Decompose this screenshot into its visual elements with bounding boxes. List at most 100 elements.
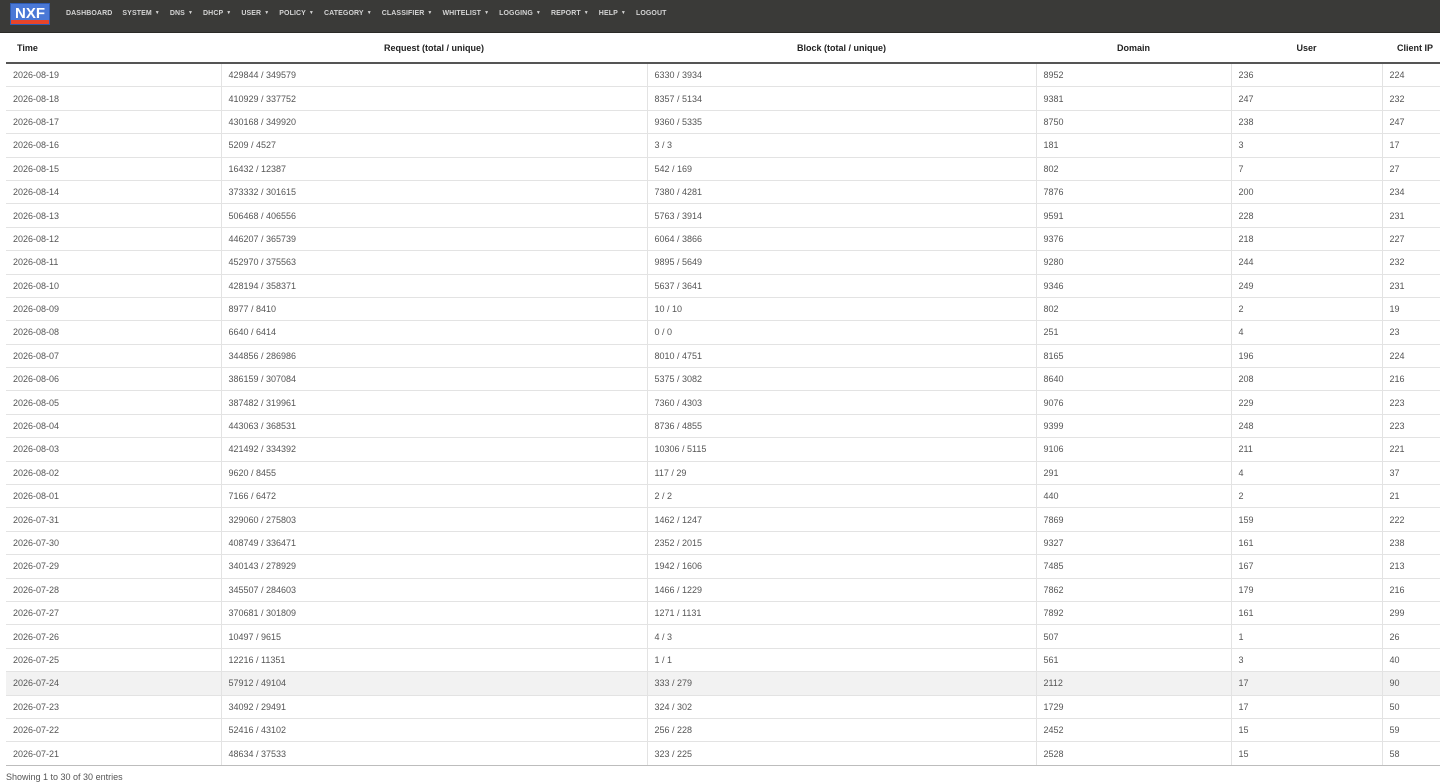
table-row[interactable]: 2026-08-16 5209 / 4527 3 / 3 181 3 17 bbox=[6, 133, 1440, 158]
cell-user: 249 bbox=[1230, 273, 1382, 298]
cell-time: 2026-08-04 bbox=[6, 413, 221, 438]
nav-item-logging[interactable]: LOGGING ▼ bbox=[499, 10, 541, 17]
brand-logo[interactable]: NXF bbox=[10, 3, 50, 25]
table-row[interactable]: 2026-08-18 410929 / 337752 8357 / 5134 9381… bbox=[6, 86, 1440, 111]
nav-item-user[interactable]: USER ▼ bbox=[241, 10, 269, 17]
table-row[interactable]: 2026-07-25 12216 / 11351 1 / 1 561 3 40 bbox=[6, 647, 1440, 672]
cell-domain: 251 bbox=[1035, 320, 1231, 345]
cell-client-ip: 222 bbox=[1381, 507, 1440, 532]
nav-item-classifier[interactable]: CLASSIFIER ▼ bbox=[382, 10, 433, 17]
nav-item-whitelist[interactable]: WHITELIST ▼ bbox=[442, 10, 489, 17]
cell-time: 2026-07-28 bbox=[6, 577, 221, 602]
nav-item-dashboard[interactable]: DASHBOARD bbox=[66, 10, 112, 17]
nav-item-report[interactable]: REPORT ▼ bbox=[551, 10, 589, 17]
table-row[interactable]: 2026-07-22 52416 / 43102 256 / 228 2452 15 59 bbox=[6, 717, 1440, 742]
brand-logo-stripe bbox=[11, 20, 49, 24]
cell-domain: 9076 bbox=[1035, 390, 1231, 415]
cell-block: 1942 / 1606 bbox=[646, 554, 1036, 579]
brand-logo-text: NXF bbox=[15, 5, 45, 22]
cell-user: 3 bbox=[1230, 647, 1382, 672]
cell-request: 12216 / 11351 bbox=[220, 647, 647, 672]
nav-item-logout[interactable]: LOGOUT bbox=[636, 10, 667, 17]
cell-domain: 8165 bbox=[1035, 343, 1231, 368]
column-header-user[interactable]: User bbox=[1231, 34, 1382, 64]
cell-request: 52416 / 43102 bbox=[220, 717, 647, 742]
cell-request: 34092 / 29491 bbox=[220, 694, 647, 719]
nav-item-policy[interactable]: POLICY ▼ bbox=[279, 10, 314, 17]
table-row[interactable]: 2026-08-14 373332 / 301615 7380 / 4281 7876… bbox=[6, 179, 1440, 204]
table-row[interactable]: 2026-07-23 34092 / 29491 324 / 302 1729 17 50 bbox=[6, 694, 1440, 719]
column-header-client-ip[interactable]: Client IP bbox=[1382, 34, 1440, 64]
cell-block: 542 / 169 bbox=[646, 156, 1036, 181]
caret-down-icon: ▼ bbox=[264, 9, 270, 16]
cell-block: 6064 / 3866 bbox=[646, 226, 1036, 251]
cell-user: 167 bbox=[1230, 554, 1382, 579]
table-info: Showing 1 to 30 of 30 entries bbox=[6, 772, 123, 782]
cell-request: 345507 / 284603 bbox=[220, 577, 647, 602]
table-row[interactable]: 2026-08-13 506468 / 406556 5763 / 3914 9591… bbox=[6, 203, 1440, 228]
column-header-block[interactable]: Block (total / unique) bbox=[647, 34, 1036, 64]
cell-domain: 9327 bbox=[1035, 530, 1231, 555]
nav-item-label: SYSTEM bbox=[122, 9, 152, 17]
cell-request: 387482 / 319961 bbox=[220, 390, 647, 415]
table-row[interactable]: 2026-08-06 386159 / 307084 5375 / 3082 8640… bbox=[6, 367, 1440, 391]
table-row[interactable]: 2026-08-17 430168 / 349920 9360 / 5335 8750… bbox=[6, 109, 1440, 134]
cell-block: 8736 / 4855 bbox=[646, 413, 1036, 438]
table-row[interactable]: 2026-08-04 443063 / 368531 8736 / 4855 9399… bbox=[6, 413, 1440, 438]
table-row[interactable]: 2026-08-07 344856 / 286986 8010 / 4751 8165… bbox=[6, 343, 1440, 368]
table-row[interactable]: 2026-07-31 329060 / 275803 1462 / 1247 7869… bbox=[6, 507, 1440, 532]
table-row[interactable]: 2026-07-30 408749 / 336471 2352 / 2015 9327… bbox=[6, 530, 1440, 555]
table-row[interactable]: 2026-08-05 387482 / 319961 7360 / 4303 9076… bbox=[6, 390, 1440, 415]
nav-item-label: DNS bbox=[169, 9, 185, 17]
table-row[interactable]: 2026-07-29 340143 / 278929 1942 / 1606 7485… bbox=[6, 554, 1440, 579]
table-row[interactable]: 2026-08-10 428194 / 358371 5637 / 3641 9346… bbox=[6, 273, 1440, 298]
cell-request: 430168 / 349920 bbox=[220, 109, 647, 134]
table-body: 2026-08-19 429844 / 349579 6330 / 3934 8952… bbox=[6, 63, 1440, 766]
table-row[interactable]: 2026-08-08 6640 / 6414 0 / 0 251 4 23 bbox=[6, 320, 1440, 345]
table-row[interactable]: 2026-07-26 10497 / 9615 4 / 3 507 1 26 bbox=[6, 624, 1440, 649]
cell-request: 421492 / 334392 bbox=[220, 437, 647, 462]
table-row[interactable]: 2026-08-19 429844 / 349579 6330 / 3934 8952… bbox=[6, 63, 1440, 87]
cell-time: 2026-08-12 bbox=[6, 226, 221, 251]
column-header-request[interactable]: Request (total / unique) bbox=[221, 34, 647, 64]
cell-block: 5375 / 3082 bbox=[646, 367, 1036, 391]
caret-down-icon: ▼ bbox=[535, 9, 541, 16]
table-row[interactable]: 2026-08-15 16432 / 12387 542 / 169 802 7 27 bbox=[6, 156, 1440, 181]
column-header-domain[interactable]: Domain bbox=[1036, 34, 1231, 64]
cell-domain: 2452 bbox=[1035, 717, 1231, 742]
nav-item-dns[interactable]: DNS ▼ bbox=[170, 10, 193, 17]
nav-item-dhcp[interactable]: DHCP ▼ bbox=[203, 10, 231, 17]
cell-domain: 7869 bbox=[1035, 507, 1231, 532]
cell-domain: 8640 bbox=[1035, 367, 1231, 391]
column-header-time[interactable]: Time bbox=[6, 34, 221, 64]
cell-time: 2026-08-02 bbox=[6, 460, 221, 485]
table-row[interactable]: 2026-07-27 370681 / 301809 1271 / 1131 7892… bbox=[6, 600, 1440, 625]
cell-time: 2026-08-19 bbox=[13, 70, 60, 81]
cell-user: 2 bbox=[1230, 296, 1382, 321]
cell-domain: 9381 bbox=[1035, 86, 1231, 111]
nav-item-system[interactable]: SYSTEM ▼ bbox=[122, 10, 159, 17]
table-row[interactable]: 2026-07-24 57912 / 49104 333 / 279 2112 17 90 bbox=[6, 671, 1440, 696]
cell-client-ip: 213 bbox=[1381, 554, 1440, 579]
table-row[interactable]: 2026-07-21 48634 / 37533 323 / 225 2528 15 58 bbox=[6, 741, 1440, 766]
table-row[interactable]: 2026-08-11 452970 / 375563 9895 / 5649 9280… bbox=[6, 250, 1440, 275]
cell-block: 7380 / 4281 bbox=[646, 179, 1036, 204]
cell-client-ip: 232 bbox=[1381, 250, 1440, 275]
table-row[interactable]: 2026-08-01 7166 / 6472 2 / 2 440 2 21 bbox=[6, 484, 1440, 508]
cell-time: 2026-08-13 bbox=[6, 203, 221, 228]
nav-item-category[interactable]: CATEGORY ▼ bbox=[324, 10, 372, 17]
cell-domain: 9106 bbox=[1035, 437, 1231, 462]
table-row[interactable]: 2026-07-28 345507 / 284603 1466 / 1229 7862… bbox=[6, 577, 1440, 602]
cell-block: 10 / 10 bbox=[646, 296, 1036, 321]
table-row[interactable]: 2026-08-12 446207 / 365739 6064 / 3866 9376… bbox=[6, 226, 1440, 251]
cell-request: 410929 / 337752 bbox=[220, 86, 647, 111]
cell-request: 373332 / 301615 bbox=[220, 179, 647, 204]
cell-time: 2026-07-22 bbox=[6, 717, 221, 742]
cell-block: 4 / 3 bbox=[646, 624, 1036, 649]
caret-down-icon: ▼ bbox=[187, 9, 194, 16]
table-row[interactable]: 2026-08-03 421492 / 334392 10306 / 5115 910… bbox=[6, 437, 1440, 462]
table-row[interactable]: 2026-08-02 9620 / 8455 117 / 29 291 4 37 bbox=[6, 460, 1440, 485]
cell-user: 17 bbox=[1230, 671, 1382, 696]
table-row[interactable]: 2026-08-09 8977 / 8410 10 / 10 802 2 19 bbox=[6, 296, 1440, 321]
nav-item-help[interactable]: HELP ▼ bbox=[599, 10, 626, 17]
